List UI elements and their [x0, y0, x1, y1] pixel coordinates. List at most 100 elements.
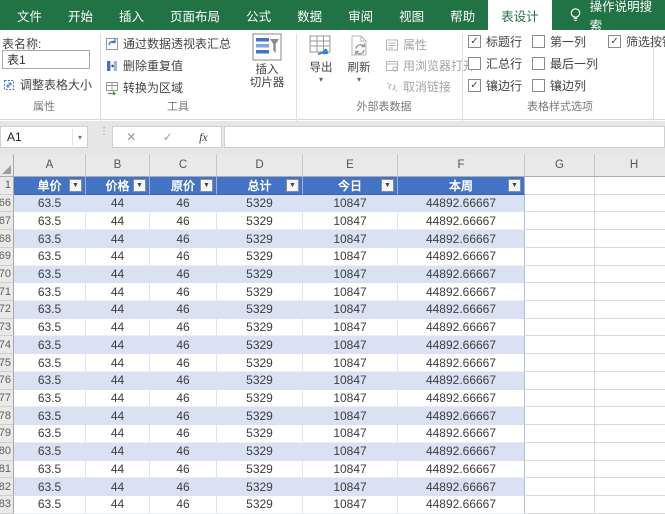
cell-B1[interactable]: 价格▼: [86, 177, 150, 195]
cell-C71[interactable]: 46: [150, 283, 217, 301]
cell-G78[interactable]: [525, 407, 595, 425]
tab-视图[interactable]: 视图: [386, 0, 437, 30]
cell-F81[interactable]: 44892.66667: [398, 461, 525, 479]
insert-slicer-button[interactable]: 插入 切片器: [240, 33, 294, 90]
cell-F75[interactable]: 44892.66667: [398, 354, 525, 372]
row-header-66[interactable]: 66: [0, 195, 14, 213]
cell-F79[interactable]: 44892.66667: [398, 425, 525, 443]
checkbox-box-icon[interactable]: [532, 35, 545, 48]
remove-duplicates-button[interactable]: 删除重复值: [105, 57, 183, 74]
cell-A76[interactable]: 63.5: [14, 372, 86, 390]
column-header-B[interactable]: B: [86, 154, 150, 177]
cell-H77[interactable]: [595, 390, 665, 408]
cell-B67[interactable]: 44: [86, 212, 150, 230]
cell-G68[interactable]: [525, 230, 595, 248]
cell-G83[interactable]: [525, 496, 595, 514]
cell-H80[interactable]: [595, 443, 665, 461]
cell-C81[interactable]: 46: [150, 461, 217, 479]
cell-B75[interactable]: 44: [86, 354, 150, 372]
export-button[interactable]: 导出 ▾: [303, 33, 339, 84]
row-header-71[interactable]: 71: [0, 283, 14, 301]
cell-B80[interactable]: 44: [86, 443, 150, 461]
cell-A71[interactable]: 63.5: [14, 283, 86, 301]
cell-F68[interactable]: 44892.66667: [398, 230, 525, 248]
cell-G71[interactable]: [525, 283, 595, 301]
cell-E71[interactable]: 10847: [303, 283, 398, 301]
tab-插入[interactable]: 插入: [106, 0, 157, 30]
cell-H69[interactable]: [595, 248, 665, 266]
cell-G1[interactable]: [525, 177, 595, 195]
cell-E83[interactable]: 10847: [303, 496, 398, 514]
cell-E75[interactable]: 10847: [303, 354, 398, 372]
filter-button[interactable]: ▼: [200, 179, 213, 192]
tab-帮助[interactable]: 帮助: [437, 0, 488, 30]
cell-D83[interactable]: 5329: [217, 496, 303, 514]
cell-H83[interactable]: [595, 496, 665, 514]
cell-H82[interactable]: [595, 478, 665, 496]
cell-D80[interactable]: 5329: [217, 443, 303, 461]
cell-H1[interactable]: [595, 177, 665, 195]
cell-C77[interactable]: 46: [150, 390, 217, 408]
cell-B66[interactable]: 44: [86, 195, 150, 213]
cell-D75[interactable]: 5329: [217, 354, 303, 372]
cell-A73[interactable]: 63.5: [14, 319, 86, 337]
tell-me-search[interactable]: 操作说明搜索: [558, 0, 665, 30]
cell-H79[interactable]: [595, 425, 665, 443]
cell-D70[interactable]: 5329: [217, 266, 303, 284]
checkbox-box-icon[interactable]: [468, 57, 481, 70]
cell-B79[interactable]: 44: [86, 425, 150, 443]
cell-D68[interactable]: 5329: [217, 230, 303, 248]
cell-E79[interactable]: 10847: [303, 425, 398, 443]
cell-F77[interactable]: 44892.66667: [398, 390, 525, 408]
cell-D78[interactable]: 5329: [217, 407, 303, 425]
cell-F83[interactable]: 44892.66667: [398, 496, 525, 514]
cell-G66[interactable]: [525, 195, 595, 213]
checkbox-box-icon[interactable]: ✓: [468, 79, 481, 92]
cell-A72[interactable]: 63.5: [14, 301, 86, 319]
cell-A81[interactable]: 63.5: [14, 461, 86, 479]
formula-input[interactable]: [224, 126, 665, 148]
tab-页面布局[interactable]: 页面布局: [157, 0, 233, 30]
cell-C80[interactable]: 46: [150, 443, 217, 461]
name-box-caret-icon[interactable]: ▾: [72, 129, 87, 146]
name-box[interactable]: A1 ▾: [0, 126, 88, 148]
cell-F73[interactable]: 44892.66667: [398, 319, 525, 337]
refresh-button[interactable]: 刷新 ▾: [341, 33, 377, 84]
cell-F1[interactable]: 本周▼: [398, 177, 525, 195]
cell-E1[interactable]: 今日▼: [303, 177, 398, 195]
cell-H72[interactable]: [595, 301, 665, 319]
checkbox-镶边列[interactable]: 镶边列: [532, 78, 598, 93]
cell-H73[interactable]: [595, 319, 665, 337]
cell-F82[interactable]: 44892.66667: [398, 478, 525, 496]
cell-B82[interactable]: 44: [86, 478, 150, 496]
cell-G69[interactable]: [525, 248, 595, 266]
enter-icon[interactable]: ✓: [163, 130, 173, 144]
filter-button[interactable]: ▼: [69, 179, 82, 192]
cell-B74[interactable]: 44: [86, 336, 150, 354]
table-name-input[interactable]: [2, 50, 90, 69]
cell-G77[interactable]: [525, 390, 595, 408]
cell-G81[interactable]: [525, 461, 595, 479]
cell-C76[interactable]: 46: [150, 372, 217, 390]
tab-数据[interactable]: 数据: [284, 0, 335, 30]
row-header-82[interactable]: 82: [0, 478, 14, 496]
cell-H71[interactable]: [595, 283, 665, 301]
cell-A70[interactable]: 63.5: [14, 266, 86, 284]
cell-A79[interactable]: 63.5: [14, 425, 86, 443]
cell-F76[interactable]: 44892.66667: [398, 372, 525, 390]
row-header-75[interactable]: 75: [0, 354, 14, 372]
cell-E70[interactable]: 10847: [303, 266, 398, 284]
cell-A80[interactable]: 63.5: [14, 443, 86, 461]
cell-A68[interactable]: 63.5: [14, 230, 86, 248]
cell-A78[interactable]: 63.5: [14, 407, 86, 425]
cell-H66[interactable]: [595, 195, 665, 213]
cell-A67[interactable]: 63.5: [14, 212, 86, 230]
row-header-67[interactable]: 67: [0, 212, 14, 230]
cell-C78[interactable]: 46: [150, 407, 217, 425]
cell-G75[interactable]: [525, 354, 595, 372]
cell-E69[interactable]: 10847: [303, 248, 398, 266]
cell-F72[interactable]: 44892.66667: [398, 301, 525, 319]
cell-D81[interactable]: 5329: [217, 461, 303, 479]
cell-D74[interactable]: 5329: [217, 336, 303, 354]
row-header-81[interactable]: 81: [0, 461, 14, 479]
